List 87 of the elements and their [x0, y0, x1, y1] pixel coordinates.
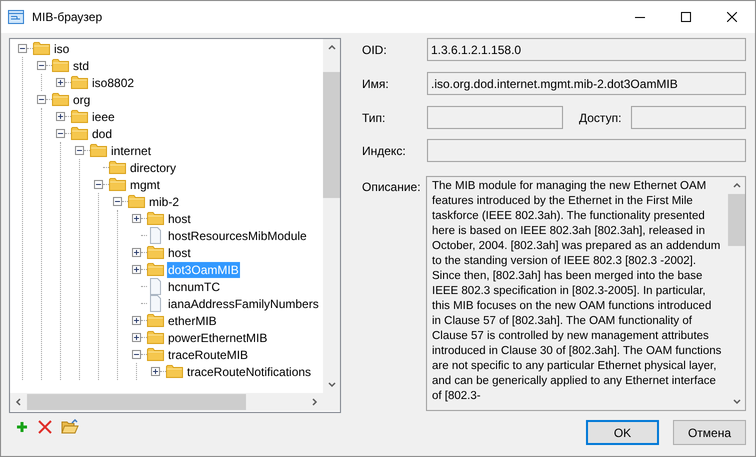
folder-open-icon[interactable]	[61, 419, 79, 435]
expand-icon[interactable]	[151, 367, 160, 376]
field-label: Описание:	[362, 179, 422, 196]
tree-item[interactable]: traceRouteNotifications	[186, 364, 312, 380]
scroll-left-icon[interactable]	[14, 397, 24, 407]
field-label: Тип:	[362, 110, 386, 126]
text-field[interactable]	[427, 106, 563, 129]
tree-item[interactable]: internet	[110, 142, 152, 158]
folder-icon	[147, 330, 164, 345]
scroll-down-icon[interactable]	[326, 380, 336, 390]
tree-item[interactable]: std	[72, 58, 90, 74]
scroll-up-icon[interactable]	[326, 42, 336, 52]
field-label: Имя:	[362, 76, 390, 92]
folder-icon	[90, 143, 107, 158]
maximize-icon	[681, 12, 691, 22]
tree-item[interactable]: ieee	[91, 108, 116, 124]
tree-item[interactable]: dod	[91, 126, 114, 142]
collapse-icon[interactable]	[18, 44, 27, 53]
expand-icon[interactable]	[56, 78, 65, 87]
scrollbar-thumb[interactable]	[323, 72, 340, 198]
folder-icon	[71, 126, 88, 141]
dialog-button[interactable]: Отмена	[673, 420, 746, 445]
tree-item[interactable]: host	[167, 244, 192, 260]
field-label: Индекс:	[362, 142, 407, 160]
vertical-scrollbar[interactable]	[323, 39, 340, 393]
expand-icon[interactable]	[56, 112, 65, 121]
folder-icon	[147, 262, 164, 277]
field-label: Доступ:	[579, 110, 622, 126]
close-icon	[727, 12, 737, 22]
window-title: MIB-браузер	[32, 9, 102, 26]
expand-icon[interactable]	[132, 333, 141, 342]
tree-item[interactable]: powerEthernetMIB	[167, 330, 268, 346]
collapse-icon[interactable]	[37, 61, 46, 70]
expand-icon[interactable]	[132, 316, 141, 325]
folder-icon	[52, 92, 69, 107]
document-icon	[147, 295, 164, 312]
collapse-icon[interactable]	[75, 146, 84, 155]
scroll-down-icon[interactable]	[732, 396, 742, 406]
text-field[interactable]	[427, 139, 746, 162]
expand-icon[interactable]	[132, 248, 141, 257]
collapse-icon[interactable]	[37, 95, 46, 104]
tree-item[interactable]: etherMIB	[167, 312, 218, 328]
collapse-icon[interactable]	[56, 129, 65, 138]
tree-item[interactable]: org	[72, 92, 92, 108]
expand-icon[interactable]	[132, 214, 141, 223]
tree-item[interactable]: mgmt	[129, 176, 161, 192]
folder-icon	[109, 177, 126, 192]
scroll-up-icon[interactable]	[732, 180, 742, 190]
folder-icon	[147, 211, 164, 226]
add-icon[interactable]	[15, 420, 29, 434]
scrollbar-thumb[interactable]	[728, 194, 745, 246]
tree-item[interactable]: iso8802	[91, 74, 136, 90]
folder-icon	[71, 75, 88, 90]
folder-icon	[147, 313, 164, 328]
delete-icon[interactable]	[37, 419, 53, 435]
folder-icon	[109, 160, 126, 175]
folder-icon	[128, 194, 145, 209]
scroll-right-icon[interactable]	[310, 397, 320, 407]
tree-item[interactable]: host	[167, 210, 192, 226]
field-label: OID:	[362, 42, 388, 58]
tree-item[interactable]: iso	[53, 40, 70, 56]
folder-icon	[166, 364, 183, 379]
tree-item[interactable]: directory	[129, 160, 178, 176]
scrollbar-thumb[interactable]	[27, 394, 246, 410]
document-icon	[147, 227, 164, 244]
folder-icon	[147, 245, 164, 260]
horizontal-scrollbar[interactable]	[10, 393, 340, 411]
folder-icon	[71, 109, 88, 124]
folder-icon	[147, 347, 164, 362]
tree-item[interactable]: traceRouteMIB	[167, 346, 250, 362]
collapse-icon[interactable]	[94, 180, 103, 189]
description-text: The MIB module for managing the new Ethernet OAM features introduced by the Ethernet in the First Mile taskforce (IEEE 802.3ah). The functionality presented here is based on IEEE 802.3ah [802.3ah], released in October, 2004. [802.3ah] was prepared as an addendum to the standing version of IEEE 802.3 [802.3 -2002]. Since then, [802.3ah] has been merged into the base IEEE 802.3 specification in [802.3-2005]. In particular, this MIB focuses on the new OAM functions introduced in Clause 57 of [802.3ah]. The OAM functionality of Clause 57 is controlled by new management attributes introduced in Clause 30 of [802.3ah]. The OAM functions are not specific to any particular Ethernet physical layer, and can be generically applied to any Ethernet interface of [802.3-	[431, 179, 722, 404]
collapse-icon[interactable]	[113, 197, 122, 206]
tree-item[interactable]: hostResourcesMibModule	[167, 228, 308, 244]
window-icon	[8, 10, 24, 24]
text-field[interactable]: .iso.org.dod.internet.mgmt.mib-2.dot3OamMIB	[427, 72, 746, 95]
document-icon	[147, 278, 164, 295]
folder-icon	[33, 41, 50, 56]
text-field[interactable]: 1.3.6.1.2.1.158.0	[427, 38, 746, 61]
tree-item[interactable]: mib-2	[148, 194, 180, 210]
text-field[interactable]	[631, 106, 746, 129]
dialog-button[interactable]: OK	[586, 420, 659, 445]
tree-item[interactable]: ianaAddressFamilyNumbers	[167, 296, 320, 312]
tree-item[interactable]: hcnumTC	[167, 278, 222, 294]
expand-icon[interactable]	[132, 265, 141, 274]
folder-icon	[52, 58, 69, 73]
collapse-icon[interactable]	[132, 350, 141, 359]
